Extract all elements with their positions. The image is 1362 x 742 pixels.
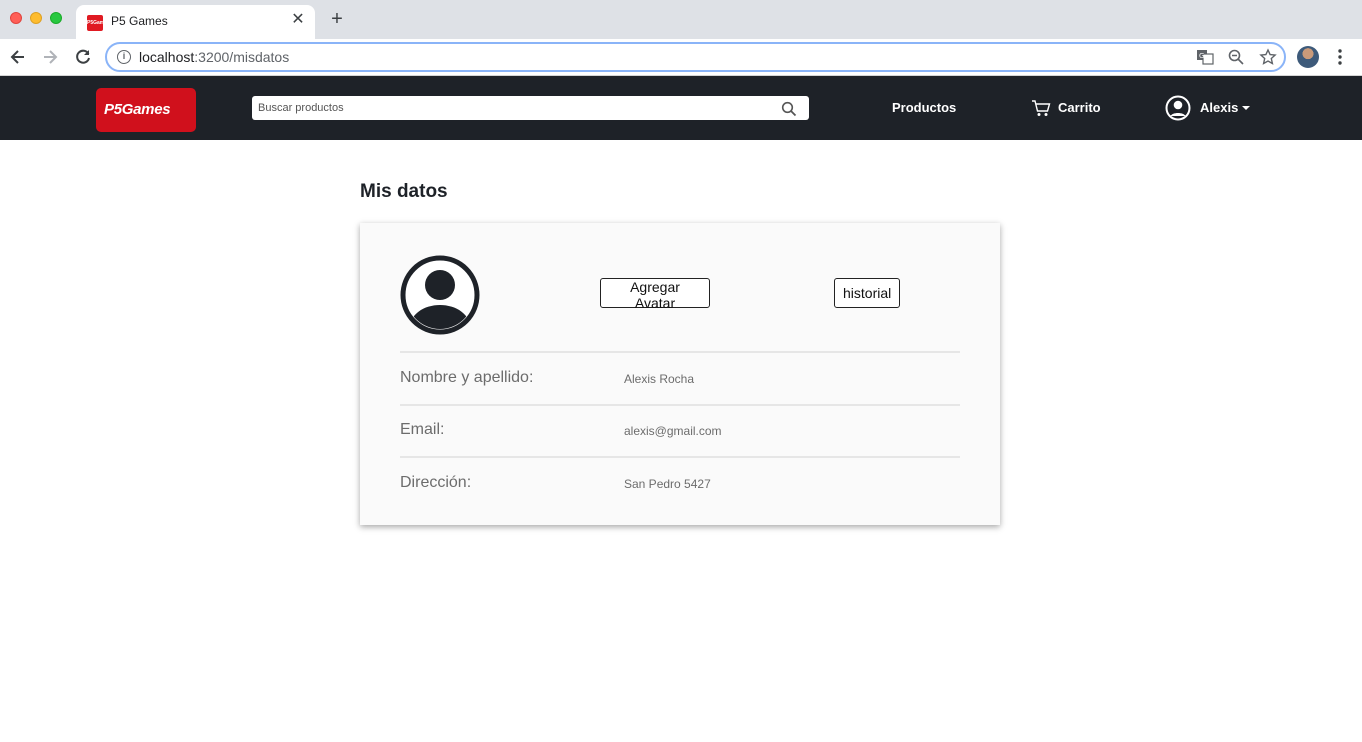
forward-arrow-icon[interactable]	[40, 47, 60, 67]
nav-link-productos[interactable]: Productos	[892, 100, 956, 115]
divider	[400, 456, 960, 458]
close-window-button[interactable]	[10, 12, 22, 24]
maximize-window-button[interactable]	[50, 12, 62, 24]
search-bar	[252, 96, 809, 120]
nav-link-carrito[interactable]: Carrito	[1058, 100, 1101, 115]
tab-title: P5 Games	[111, 14, 168, 28]
field-value-email: alexis@gmail.com	[624, 424, 722, 438]
profile-avatar[interactable]	[1297, 46, 1319, 68]
page-title: Mis datos	[360, 181, 448, 202]
back-arrow-icon[interactable]	[8, 47, 28, 67]
field-value-address: San Pedro 5427	[624, 477, 711, 491]
field-label-name: Nombre y apellido:	[400, 369, 534, 386]
reload-icon[interactable]	[73, 47, 93, 67]
bookmark-star-icon[interactable]	[1259, 48, 1277, 66]
more-menu-icon[interactable]	[1334, 47, 1346, 67]
new-tab-icon[interactable]: +	[327, 9, 347, 29]
search-input[interactable]	[252, 96, 772, 120]
translate-icon[interactable]: G	[1196, 48, 1214, 66]
info-icon[interactable]: i	[117, 50, 131, 64]
browser-toolbar: i localhost:3200/misdatos G	[0, 39, 1362, 76]
profile-card: Agregar Avatar historial Nombre y apelli…	[360, 223, 1000, 525]
user-circle-icon[interactable]	[1165, 95, 1191, 121]
browser-tab[interactable]: P5Games P5 Games ✕	[76, 5, 315, 39]
divider	[400, 404, 960, 406]
site-navbar: P5Games Productos Carrito Alexis	[0, 76, 1362, 140]
url-text: localhost:3200/misdatos	[139, 49, 290, 65]
tab-close-icon[interactable]: ✕	[289, 11, 307, 29]
address-bar[interactable]: i localhost:3200/misdatos G	[105, 42, 1286, 72]
field-value-name: Alexis Rocha	[624, 372, 695, 386]
field-label-email: Email:	[400, 421, 445, 438]
search-icon[interactable]	[781, 101, 797, 117]
field-label-address: Dirección:	[400, 474, 472, 491]
history-button[interactable]: historial	[834, 278, 900, 308]
minimize-window-button[interactable]	[30, 12, 42, 24]
favicon-icon: P5Games	[87, 15, 110, 31]
cart-icon[interactable]	[1031, 98, 1051, 118]
avatar-icon	[400, 255, 480, 335]
add-avatar-button[interactable]: Agregar Avatar	[600, 278, 710, 311]
divider	[400, 351, 960, 353]
chevron-down-icon[interactable]	[1242, 106, 1250, 110]
site-logo[interactable]: P5Games	[96, 88, 196, 132]
svg-text:G: G	[1199, 52, 1204, 60]
logo-text: P5Games	[104, 101, 171, 118]
zoom-icon[interactable]	[1227, 48, 1245, 66]
user-menu-label[interactable]: Alexis	[1200, 100, 1238, 115]
browser-tab-strip: P5Games P5 Games ✕ +	[0, 0, 1362, 39]
